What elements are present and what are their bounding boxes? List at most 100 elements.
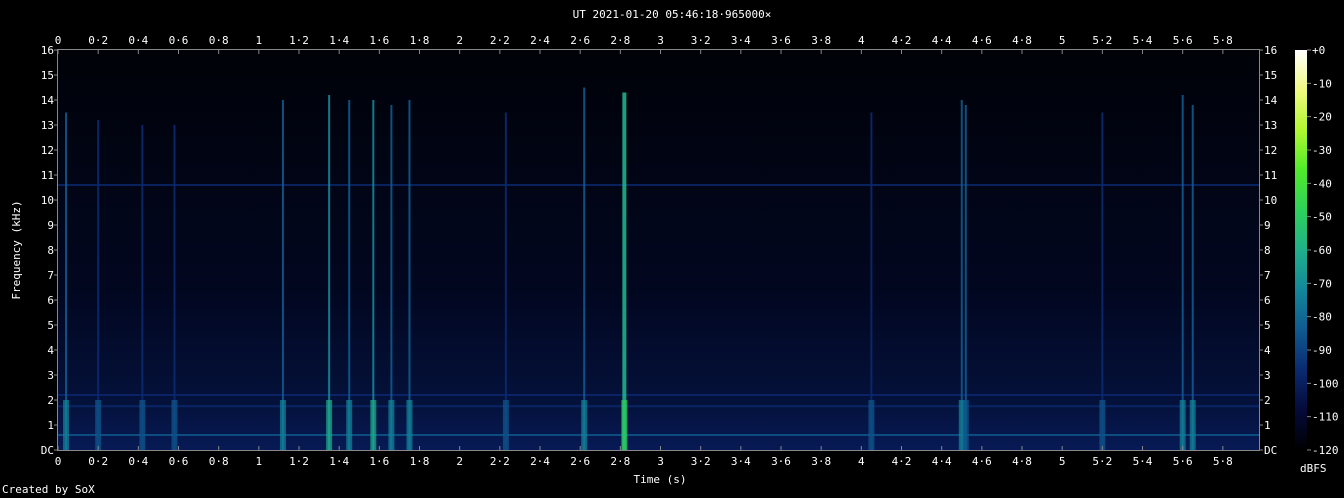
x-tick-label-bottom: 3·6 — [771, 455, 791, 468]
event-lowband-2 — [139, 400, 146, 450]
y-tick-label-left: 14 — [41, 94, 55, 107]
x-tick-label-top: 2·8 — [610, 34, 630, 47]
y-tick-label-left: 7 — [47, 269, 54, 282]
y-tick-label-left: DC — [41, 444, 54, 457]
y-tick-label-left: 6 — [47, 294, 54, 307]
x-tick-label-top: 1 — [256, 34, 263, 47]
x-tick-label-top: 0·2 — [88, 34, 108, 47]
y-tick-label-left: 10 — [41, 194, 54, 207]
event-lowband-1 — [95, 400, 102, 450]
x-tick-label-top: 5 — [1059, 34, 1066, 47]
x-tick-label-bottom: 0·8 — [209, 455, 229, 468]
y-tick-label-left: 4 — [47, 344, 54, 357]
x-tick-label-top: 5·2 — [1092, 34, 1112, 47]
x-tick-label-bottom: 2·8 — [610, 455, 630, 468]
x-tick-label-top: 5·6 — [1173, 34, 1193, 47]
colorbar-tick-label: -30 — [1312, 144, 1332, 157]
x-tick-label-top: 2 — [456, 34, 463, 47]
y-tick-label-left: 1 — [47, 419, 54, 432]
x-tick-label-bottom: 4·8 — [1012, 455, 1032, 468]
x-tick-label-top: 3·6 — [771, 34, 791, 47]
y-tick-label-left: 16 — [41, 44, 54, 57]
y-tick-label-right: 12 — [1264, 144, 1277, 157]
y-tick-label-right: 13 — [1264, 119, 1277, 132]
colorbar — [1295, 50, 1307, 450]
event-lowband-16 — [1099, 400, 1106, 450]
plot-area — [58, 50, 1259, 450]
x-tick-label-bottom: 4 — [858, 455, 865, 468]
y-tick-label-right: 14 — [1264, 94, 1278, 107]
x-tick-label-bottom: 1·6 — [369, 455, 389, 468]
x-tick-label-bottom: 3·2 — [691, 455, 711, 468]
x-tick-label-bottom: 1·4 — [329, 455, 349, 468]
y-tick-label-right: 15 — [1264, 69, 1277, 82]
event-lowband-12 — [621, 400, 628, 450]
x-tick-label-top: 0·8 — [209, 34, 229, 47]
x-tick-label-top: 3·2 — [691, 34, 711, 47]
x-tick-label-top: 4·4 — [932, 34, 952, 47]
colorbar-tick-label: -60 — [1312, 244, 1332, 257]
chart-title: UT 2021-01-20 05:46:18·965000× — [572, 8, 772, 21]
y-tick-label-left: 8 — [47, 244, 54, 257]
x-tick-label-top: 1·6 — [369, 34, 389, 47]
y-tick-label-right: 2 — [1264, 394, 1271, 407]
y-tick-label-right: DC — [1264, 444, 1277, 457]
event-lowband-0 — [63, 400, 70, 450]
y-tick-label-right: 6 — [1264, 294, 1271, 307]
x-tick-label-bottom: 1·2 — [289, 455, 309, 468]
spectrogram-figure: 000·20·20·40·40·60·60·80·8111·21·21·41·4… — [41, 34, 1339, 468]
y-tick-label-right: 7 — [1264, 269, 1271, 282]
y-tick-label-right: 11 — [1264, 169, 1277, 182]
x-tick-label-top: 0·4 — [128, 34, 148, 47]
y-tick-label-left: 9 — [47, 219, 54, 232]
colorbar-tick-label: -40 — [1312, 177, 1332, 190]
colorbar-tick-label: +0 — [1312, 44, 1325, 57]
y-tick-label-right: 1 — [1264, 419, 1271, 432]
colorbar-label: dBFS — [1300, 462, 1327, 475]
y-tick-label-left: 3 — [47, 369, 54, 382]
y-tick-label-left: 5 — [47, 319, 54, 332]
colorbar-tick-label: -110 — [1312, 411, 1339, 424]
x-tick-label-top: 5·8 — [1213, 34, 1233, 47]
event-lowband-9 — [406, 400, 413, 450]
x-tick-label-top: 1·2 — [289, 34, 309, 47]
y-tick-label-left: 13 — [41, 119, 54, 132]
x-tick-label-bottom: 4·2 — [892, 455, 912, 468]
x-tick-label-top: 0 — [55, 34, 62, 47]
colorbar-tick-label: -10 — [1312, 77, 1332, 90]
x-tick-label-bottom: 0·4 — [128, 455, 148, 468]
x-tick-label-bottom: 1·8 — [410, 455, 430, 468]
colorbar-tick-label: -100 — [1312, 377, 1339, 390]
x-tick-label-bottom: 1 — [256, 455, 263, 468]
x-tick-label-bottom: 2·2 — [490, 455, 510, 468]
x-tick-label-top: 3·8 — [811, 34, 831, 47]
event-lowband-11 — [581, 400, 588, 450]
x-tick-label-bottom: 4·6 — [972, 455, 992, 468]
x-tick-label-bottom: 3·8 — [811, 455, 831, 468]
colorbar-tick-label: -50 — [1312, 211, 1332, 224]
event-lowband-17 — [1179, 400, 1186, 450]
x-tick-label-bottom: 0 — [55, 455, 62, 468]
x-tick-label-bottom: 5 — [1059, 455, 1066, 468]
x-tick-label-bottom: 2·6 — [570, 455, 590, 468]
x-tick-label-top: 4 — [858, 34, 865, 47]
x-tick-label-bottom: 0·6 — [169, 455, 189, 468]
event-lowband-3 — [171, 400, 178, 450]
event-lowband-7 — [370, 400, 377, 450]
colorbar-tick-label: -20 — [1312, 111, 1332, 124]
event-lowband-15 — [962, 400, 969, 450]
x-tick-label-bottom: 3 — [657, 455, 664, 468]
x-tick-label-top: 0·6 — [169, 34, 189, 47]
colorbar-tick-label: -80 — [1312, 311, 1332, 324]
y-tick-label-left: 15 — [41, 69, 54, 82]
x-axis-label: Time (s) — [633, 473, 687, 486]
x-tick-label-top: 3 — [657, 34, 664, 47]
x-tick-label-bottom: 5·2 — [1092, 455, 1112, 468]
x-tick-label-bottom: 0·2 — [88, 455, 108, 468]
x-tick-label-bottom: 4·4 — [932, 455, 952, 468]
y-tick-label-right: 3 — [1264, 369, 1271, 382]
x-tick-label-top: 1·8 — [410, 34, 430, 47]
event-lowband-8 — [388, 400, 395, 450]
x-tick-label-top: 2·6 — [570, 34, 590, 47]
x-tick-label-bottom: 5·4 — [1133, 455, 1153, 468]
